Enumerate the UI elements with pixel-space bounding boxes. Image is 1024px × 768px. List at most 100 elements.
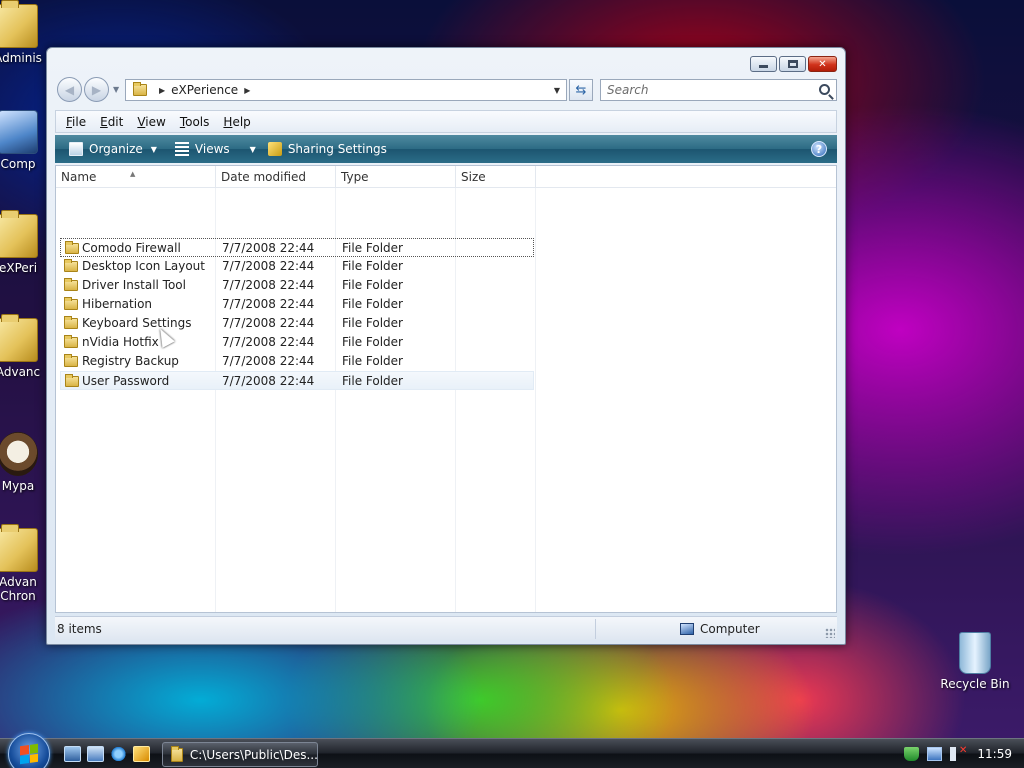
file-type: File Folder	[342, 374, 403, 388]
menu-view[interactable]: View	[137, 115, 165, 129]
table-row[interactable]: Keyboard Settings 7/7/2008 22:44 File Fo…	[60, 314, 534, 333]
table-row[interactable]: Hibernation 7/7/2008 22:44 File Folder	[60, 295, 534, 314]
resize-grip[interactable]	[825, 628, 835, 638]
file-date: 7/7/2008 22:44	[222, 335, 315, 349]
menu-file[interactable]: File	[66, 115, 86, 129]
help-icon: ?	[815, 142, 823, 156]
views-button[interactable]: Views ▼	[169, 138, 262, 160]
help-button[interactable]: ?	[811, 141, 827, 157]
folder-icon	[64, 335, 78, 348]
sharing-settings-label: Sharing Settings	[287, 142, 387, 156]
folder-icon	[64, 316, 78, 329]
column-header-type[interactable]: Type	[336, 166, 456, 188]
organize-label: Organize	[89, 142, 143, 156]
volume-muted-icon[interactable]	[950, 745, 967, 761]
show-desktop-icon[interactable]	[64, 746, 81, 762]
start-button[interactable]	[8, 733, 50, 768]
back-button[interactable]: ◀	[57, 77, 82, 102]
file-date: 7/7/2008 22:44	[222, 278, 315, 292]
switch-windows-icon[interactable]	[87, 746, 104, 762]
search-icon[interactable]	[819, 84, 830, 95]
folder-icon	[133, 82, 147, 96]
computer-icon	[680, 623, 694, 635]
address-bar[interactable]: ▶ eXPerience ▶ ▼	[125, 79, 567, 101]
folder-icon	[65, 241, 79, 254]
file-name: Keyboard Settings	[82, 316, 192, 330]
table-row[interactable]: Driver Install Tool 7/7/2008 22:44 File …	[60, 276, 534, 295]
sharing-icon	[267, 142, 282, 156]
file-type: File Folder	[342, 241, 403, 255]
search-input[interactable]	[601, 80, 801, 100]
recycle-bin-icon	[959, 632, 991, 674]
folder-icon	[64, 354, 78, 367]
window-controls: ✕	[750, 56, 837, 72]
shortcut-icon	[0, 432, 38, 476]
breadcrumb-separator-icon[interactable]: ▶	[244, 86, 250, 95]
column-header-label: Name	[61, 170, 97, 184]
column-header-size[interactable]: Size	[456, 166, 536, 188]
column-header-date-modified[interactable]: Date modified	[216, 166, 336, 188]
file-name: Hibernation	[82, 297, 153, 311]
file-date: 7/7/2008 22:44	[222, 259, 315, 273]
maximize-button[interactable]	[779, 56, 806, 72]
file-name: Comodo Firewall	[82, 241, 181, 255]
desktop-icon-recycle-bin[interactable]: Recycle Bin	[937, 632, 1013, 691]
file-type: File Folder	[342, 278, 403, 292]
column-header-label: Size	[461, 170, 486, 184]
close-button[interactable]: ✕	[808, 56, 837, 72]
windows-logo-icon	[20, 743, 38, 765]
system-tray: 11:59	[904, 739, 1024, 768]
address-dropdown-icon[interactable]: ▼	[554, 86, 560, 95]
folder-icon	[171, 745, 183, 762]
taskbar-button-explorer[interactable]: C:\Users\Public\Des...	[162, 742, 318, 767]
forward-button[interactable]: ▶	[84, 77, 109, 102]
organize-icon	[69, 142, 83, 156]
folder-icon	[0, 210, 38, 258]
breadcrumb-experience[interactable]: eXPerience	[171, 83, 238, 97]
minimize-icon	[759, 64, 768, 68]
table-row[interactable]: Registry Backup 7/7/2008 22:44 File Fold…	[60, 352, 534, 371]
organize-button[interactable]: Organize ▼	[63, 138, 163, 160]
menu-edit[interactable]: Edit	[100, 115, 123, 129]
file-name: Driver Install Tool	[82, 278, 186, 292]
search-box	[600, 79, 837, 101]
security-shield-icon[interactable]	[904, 747, 920, 761]
column-header-label: Type	[341, 170, 369, 184]
file-type: File Folder	[342, 259, 403, 273]
desktop-icon-label: Recycle Bin	[940, 677, 1010, 691]
chevron-down-icon: ▼	[249, 144, 256, 154]
zone-label: Computer	[700, 622, 760, 636]
folder-icon	[65, 374, 79, 387]
column-divider	[535, 188, 536, 612]
minimize-button[interactable]	[750, 56, 777, 72]
file-date: 7/7/2008 22:44	[222, 297, 315, 311]
status-bar: 8 items Computer	[55, 616, 837, 640]
column-header-name[interactable]: ▲ Name	[56, 166, 216, 188]
recent-pages-dropdown[interactable]: ▼	[113, 85, 119, 94]
file-type: File Folder	[342, 354, 403, 368]
file-date: 7/7/2008 22:44	[222, 241, 315, 255]
file-date: 7/7/2008 22:44	[222, 374, 315, 388]
taskbar: C:\Users\Public\Des... 11:59	[0, 733, 1024, 768]
sharing-settings-button[interactable]: Sharing Settings	[262, 138, 393, 160]
menu-help[interactable]: Help	[223, 115, 250, 129]
refresh-button[interactable]: ⇆	[569, 79, 593, 101]
table-row[interactable]: Comodo Firewall 7/7/2008 22:44 File Fold…	[60, 238, 534, 257]
file-date: 7/7/2008 22:44	[222, 354, 315, 368]
status-divider	[595, 619, 596, 639]
folder-icon	[64, 278, 78, 291]
network-icon[interactable]	[927, 747, 943, 761]
close-icon: ✕	[818, 58, 827, 70]
table-row[interactable]: User Password 7/7/2008 22:44 File Folder	[60, 371, 534, 390]
media-player-icon[interactable]	[133, 746, 150, 762]
file-list: ▲ Name Date modified Type Size Comodo Fi…	[55, 165, 837, 613]
internet-explorer-icon[interactable]	[110, 746, 127, 762]
command-bar: Organize ▼ Views ▼ Sharing Settings ?	[55, 135, 837, 163]
item-count: 8 items	[57, 622, 102, 636]
table-row[interactable]: Desktop Icon Layout 7/7/2008 22:44 File …	[60, 257, 534, 276]
breadcrumb-separator-icon[interactable]: ▶	[159, 86, 165, 95]
menu-tools[interactable]: Tools	[180, 115, 210, 129]
table-row[interactable]: nVidia Hotfix 7/7/2008 22:44 File Folder	[60, 333, 534, 352]
computer-icon	[0, 110, 38, 154]
clock[interactable]: 11:59	[977, 747, 1012, 761]
